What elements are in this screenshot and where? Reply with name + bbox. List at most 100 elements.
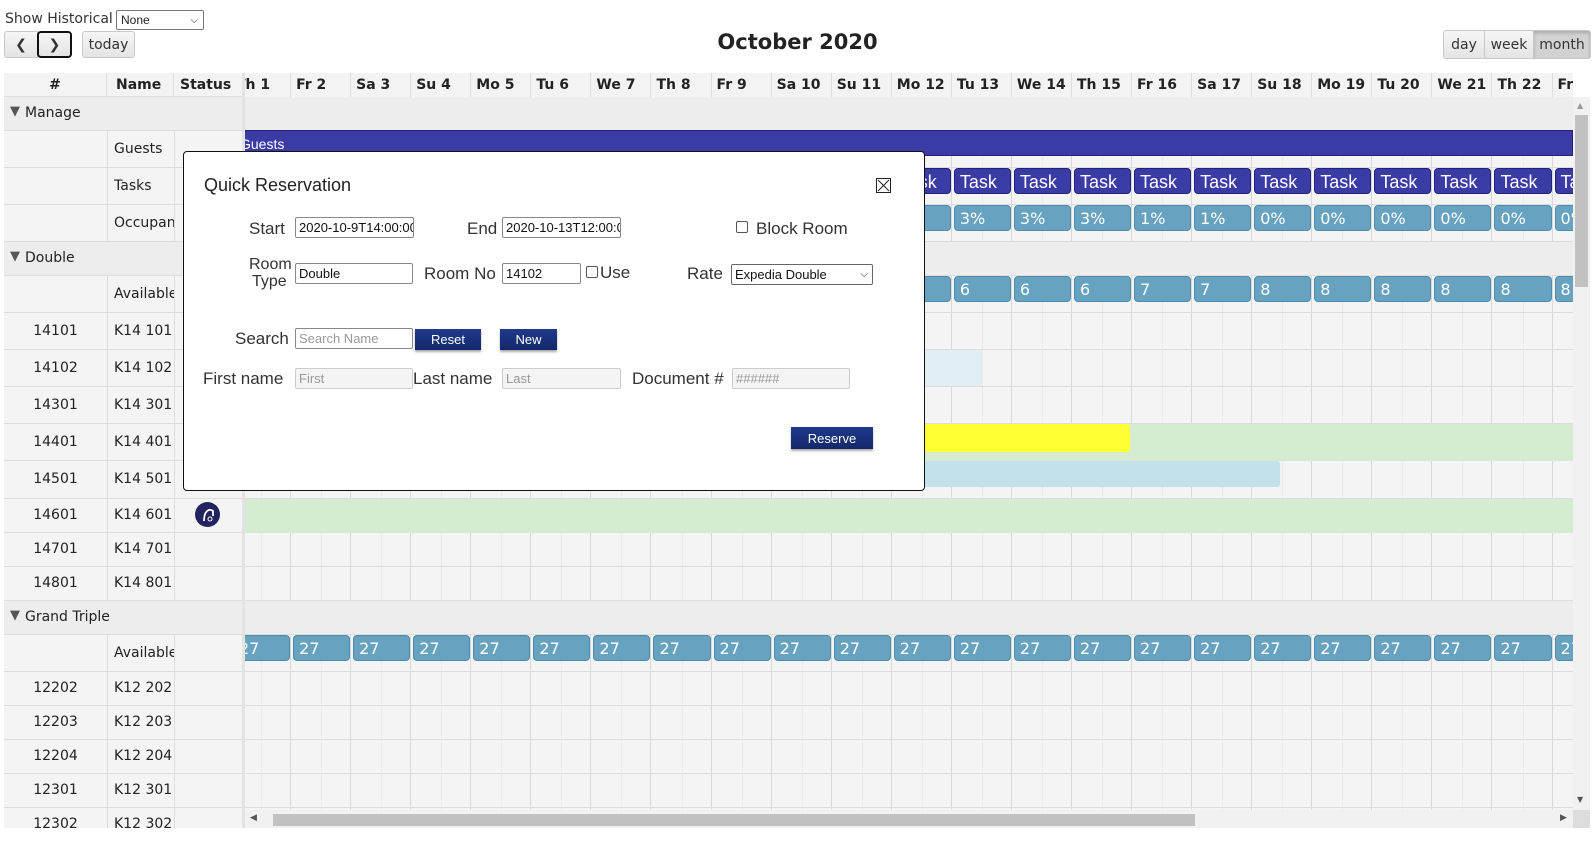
grand-triple-available-bar[interactable]: 27 <box>245 635 291 661</box>
reserve-button[interactable]: Reserve <box>791 427 873 449</box>
occupancy-bar[interactable]: 0% <box>1434 205 1492 231</box>
day-header[interactable]: We 21 <box>1432 73 1493 97</box>
day-header[interactable]: Sa 17 <box>1192 73 1253 97</box>
resource-row[interactable]: 12204 K12 204 <box>4 740 244 774</box>
view-week-button[interactable]: week <box>1484 30 1534 59</box>
occupancy-bar[interactable]: 3% <box>953 205 1011 231</box>
task-bar[interactable]: Task <box>1013 168 1071 194</box>
show-historical-select[interactable]: None ⌵ <box>116 10 204 30</box>
horizontal-scrollbar[interactable]: ◀ ▶ <box>245 810 1573 828</box>
double-available-bar[interactable]: 8 <box>1314 276 1372 302</box>
scroll-right-icon[interactable]: ▶ <box>1560 813 1567 823</box>
day-header[interactable]: Th 8 <box>651 73 712 97</box>
day-header[interactable]: Tu 20 <box>1372 73 1433 97</box>
grand-triple-available-bar[interactable]: 27 <box>953 635 1011 661</box>
double-available-bar[interactable]: 8 <box>1554 276 1573 302</box>
close-box-icon[interactable] <box>876 178 891 193</box>
grand-triple-available-bar[interactable]: 27 <box>353 635 411 661</box>
grand-triple-available-bar[interactable]: 27 <box>653 635 711 661</box>
resource-row[interactable]: 12202 K12 202 <box>4 672 244 706</box>
group-row-manage[interactable]: ▼ Manage <box>4 97 244 131</box>
task-bar[interactable]: Task <box>1254 168 1312 194</box>
task-bar[interactable]: Task <box>1314 168 1372 194</box>
resource-row[interactable]: 12203 K12 203 <box>4 706 244 740</box>
cleaning-icon[interactable] <box>195 502 220 527</box>
search-input[interactable]: Search Name <box>295 328 413 349</box>
resource-row[interactable]: 14801 K14 801 <box>4 567 244 601</box>
grand-triple-available-bar[interactable]: 27 <box>1134 635 1192 661</box>
occupancy-bar[interactable]: 0% <box>1554 205 1573 231</box>
reset-button[interactable]: Reset <box>415 329 481 350</box>
timeline-row[interactable] <box>245 672 1573 706</box>
document-input[interactable]: ###### <box>732 368 850 389</box>
view-month-button[interactable]: month <box>1533 30 1591 59</box>
task-bar[interactable]: Task <box>953 168 1011 194</box>
room-no-input[interactable]: 14102 <box>502 263 581 284</box>
resource-row[interactable]: 12302 K12 302 <box>4 808 244 828</box>
day-header[interactable]: Sa 10 <box>771 73 832 97</box>
double-available-bar[interactable]: 7 <box>1194 276 1252 302</box>
grand-triple-available-bar[interactable]: 27 <box>1073 635 1132 661</box>
task-bar[interactable]: Task <box>1494 168 1552 194</box>
grand-triple-available-bar[interactable]: 27 <box>773 635 831 661</box>
task-bar[interactable]: Task <box>1374 168 1432 194</box>
double-available-bar[interactable]: 6 <box>953 276 1011 302</box>
occupancy-bar[interactable]: 1% <box>1134 205 1192 231</box>
day-header[interactable]: Mo 12 <box>891 73 952 97</box>
timeline-row[interactable] <box>245 567 1573 601</box>
resource-row[interactable]: 12301 K12 301 <box>4 774 244 808</box>
resource-row[interactable]: 14601 K14 601 <box>4 499 244 533</box>
day-header[interactable]: Su 18 <box>1252 73 1313 97</box>
scroll-left-icon[interactable]: ◀ <box>250 813 257 823</box>
timeline-row[interactable] <box>245 706 1573 740</box>
grand-triple-available-bar[interactable]: 27 <box>1314 635 1372 661</box>
task-bar[interactable]: Task <box>1134 168 1192 194</box>
double-available-bar[interactable]: 6 <box>1013 276 1071 302</box>
grand-triple-available-bar[interactable]: 27 <box>413 635 471 661</box>
occupancy-bar[interactable]: 0% <box>1254 205 1312 231</box>
grand-triple-available-bar[interactable]: 27 <box>1374 635 1432 661</box>
collapse-triangle-icon[interactable]: ▼ <box>10 608 20 623</box>
double-available-bar[interactable]: 6 <box>1073 276 1132 302</box>
day-header[interactable]: We 7 <box>591 73 652 97</box>
task-bar[interactable]: Task <box>1073 168 1132 194</box>
grand-triple-available-bar[interactable]: 27 <box>713 635 771 661</box>
vertical-scroll-thumb[interactable] <box>1575 115 1588 287</box>
day-header[interactable]: Th 1 <box>245 73 292 97</box>
reservation-row-highlight[interactable] <box>245 499 1573 533</box>
day-header[interactable]: Su 11 <box>831 73 892 97</box>
start-input[interactable]: 2020-10-9T14:00:00 <box>295 217 414 238</box>
new-button[interactable]: New <box>500 329 557 350</box>
vertical-scrollbar[interactable]: ▲ ▼ <box>1573 97 1590 810</box>
use-checkbox[interactable] <box>586 266 598 278</box>
day-header[interactable]: Fr 23 <box>1552 73 1573 97</box>
timeline-row[interactable] <box>245 533 1573 567</box>
room-type-input[interactable]: Double <box>295 263 413 284</box>
double-available-bar[interactable]: 8 <box>1254 276 1312 302</box>
grand-triple-available-bar[interactable]: 27 <box>293 635 351 661</box>
rate-select[interactable]: Expedia Double ⌵ <box>731 264 873 285</box>
day-header[interactable]: Tu 6 <box>531 73 592 97</box>
task-bar[interactable]: Task <box>1554 168 1573 194</box>
block-room-checkbox[interactable] <box>736 221 748 233</box>
grand-triple-available-bar[interactable]: 27 <box>1494 635 1552 661</box>
grand-triple-available-bar[interactable]: 27 <box>1194 635 1252 661</box>
occupancy-bar[interactable]: 3% <box>1013 205 1071 231</box>
grand-triple-available-bar[interactable]: 27 <box>593 635 651 661</box>
day-header[interactable]: Fr 16 <box>1132 73 1193 97</box>
double-available-bar[interactable]: 8 <box>1374 276 1432 302</box>
occupancy-bar[interactable]: 1% <box>1194 205 1252 231</box>
double-available-bar[interactable]: 8 <box>1434 276 1492 302</box>
grand-triple-available-bar[interactable]: 27 <box>1434 635 1492 661</box>
day-header[interactable]: Th 22 <box>1492 73 1553 97</box>
day-header[interactable]: Mo 19 <box>1312 73 1373 97</box>
grand-triple-available-bar[interactable]: 27 <box>833 635 891 661</box>
horizontal-scroll-thumb[interactable] <box>273 814 1195 826</box>
day-header[interactable]: We 14 <box>1011 73 1072 97</box>
timeline-row[interactable] <box>245 774 1573 808</box>
occupancy-bar[interactable]: 3% <box>1073 205 1132 231</box>
occupancy-bar[interactable]: 0% <box>1374 205 1432 231</box>
day-header[interactable]: Fr 2 <box>291 73 352 97</box>
end-input[interactable]: 2020-10-13T12:00:00 <box>502 217 621 238</box>
double-available-bar[interactable]: 7 <box>1134 276 1192 302</box>
